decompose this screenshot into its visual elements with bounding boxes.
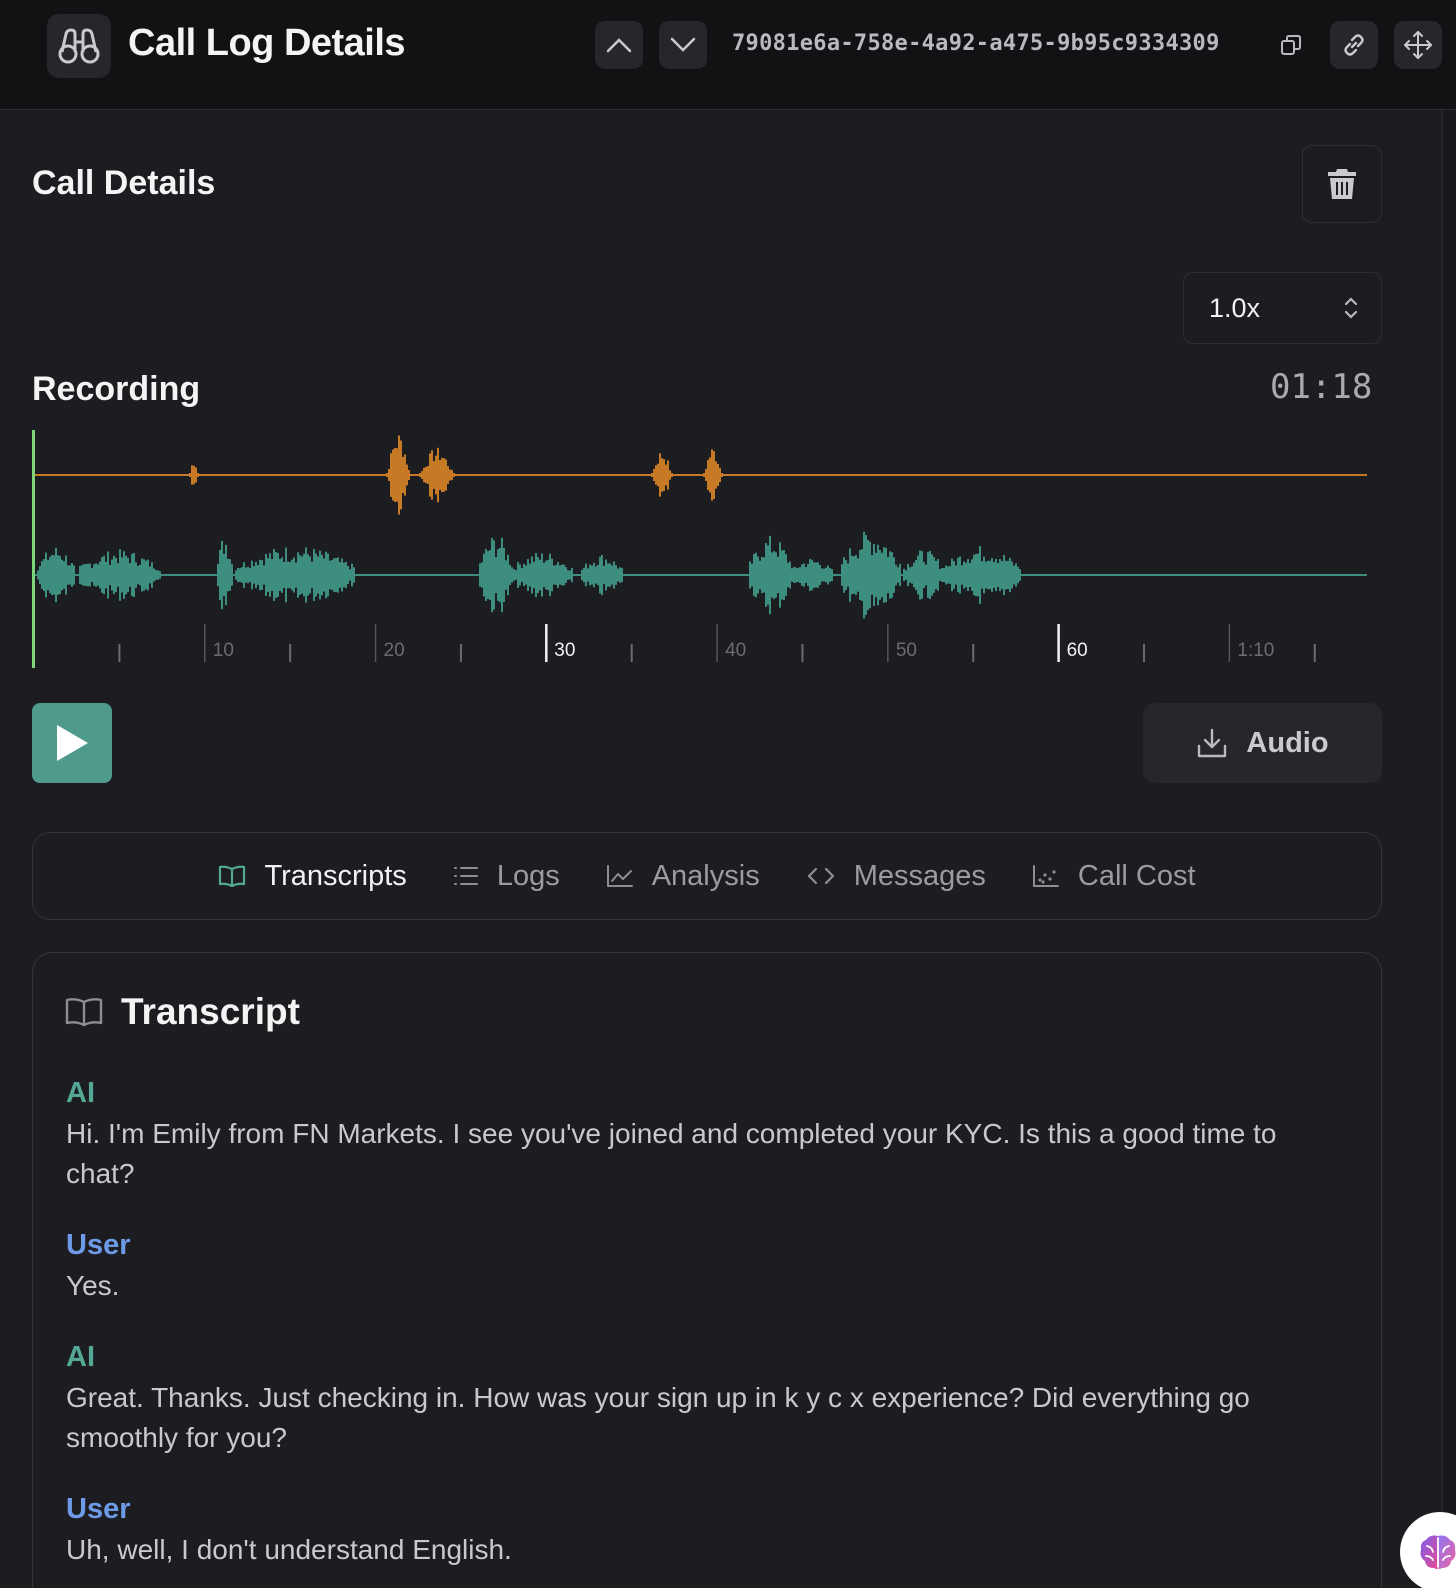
- binoculars-icon: [58, 28, 100, 64]
- speaker-label: AI: [66, 1077, 95, 1109]
- transcript-message: User Uh, well, I don't understand Englis…: [66, 1493, 1346, 1570]
- message-text: Uh, well, I don't understand English.: [66, 1534, 512, 1565]
- tab-label: Analysis: [651, 859, 760, 892]
- speaker-label: User: [66, 1493, 131, 1525]
- time-axis: 10 20 30 40 50 60 1:10: [118, 624, 1316, 662]
- playback-speed-select[interactable]: 1.0x: [1183, 272, 1382, 344]
- move-panel-button[interactable]: [1394, 21, 1442, 69]
- binoculars-logo: [47, 14, 111, 78]
- message-text: Great. Thanks. Just checking in. How was…: [66, 1382, 1250, 1453]
- transcript-header: Transcript: [65, 991, 300, 1033]
- recording-waveform[interactable]: 10 20 30 40 50 60 1:10: [32, 430, 1382, 675]
- scrollbar[interactable]: [1442, 110, 1456, 1588]
- message-text: Yes.: [66, 1270, 120, 1301]
- list-icon: [453, 867, 478, 885]
- speaker-label: User: [66, 1229, 131, 1261]
- transcript-message: AI Hi. I'm Emily from FN Markets. I see …: [66, 1077, 1346, 1194]
- tab-label: Call Cost: [1077, 859, 1196, 892]
- code-icon: [807, 867, 834, 885]
- transcript-message: AI Great. Thanks. Just checking in. How …: [66, 1341, 1346, 1458]
- page-title: Call Log Details: [128, 22, 406, 64]
- download-audio-button[interactable]: Audio: [1143, 703, 1382, 783]
- tab-transcripts[interactable]: Transcripts: [218, 859, 407, 893]
- tick-label: 60: [1067, 640, 1088, 661]
- transcript-panel: Transcript AI Hi. I'm Emily from FN Mark…: [32, 952, 1382, 1588]
- assistant-widget-button[interactable]: [1400, 1512, 1456, 1588]
- link-icon: [1344, 34, 1364, 56]
- tab-label: Logs: [496, 859, 560, 892]
- detail-tabs: Transcripts Logs Analysis Messages Call …: [32, 832, 1382, 920]
- call-id: 79081e6a-758e-4a92-a475-9b95c9334309: [732, 31, 1220, 56]
- copy-id-button[interactable]: [1274, 28, 1308, 62]
- tab-analysis[interactable]: Analysis: [606, 860, 760, 893]
- line-chart-icon: [606, 865, 633, 887]
- tab-label: Messages: [853, 859, 986, 892]
- chevron-up-icon: [606, 38, 632, 53]
- transcript-message: User Yes.: [66, 1229, 1346, 1306]
- speaker-label: AI: [66, 1341, 95, 1373]
- tick-label: 20: [384, 640, 405, 661]
- top-bar: Call Log Details 79081e6a-758e-4a92-a475…: [0, 0, 1456, 110]
- tick-label: 10: [213, 640, 234, 661]
- scatter-chart-icon: [1032, 865, 1059, 887]
- play-button[interactable]: [32, 703, 112, 783]
- waveform-canvas[interactable]: 10 20 30 40 50 60 1:10: [32, 430, 1382, 675]
- play-icon: [57, 725, 88, 761]
- transcript-title: Transcript: [121, 991, 300, 1032]
- book-open-icon: [65, 998, 103, 1027]
- tick-label: 40: [725, 640, 746, 661]
- playback-speed-value: 1.0x: [1209, 293, 1261, 323]
- call-details-heading: Call Details: [32, 164, 216, 202]
- chevron-down-icon: [670, 37, 696, 52]
- recording-heading: Recording: [32, 370, 201, 408]
- tab-label: Transcripts: [264, 859, 407, 892]
- tab-messages[interactable]: Messages: [806, 860, 986, 893]
- next-call-button[interactable]: [659, 21, 707, 69]
- tick-label: 50: [896, 640, 917, 661]
- book-open-icon: [219, 865, 246, 888]
- tick-label: 30: [554, 640, 575, 661]
- download-audio-label: Audio: [1246, 726, 1329, 759]
- brain-icon: [1420, 1535, 1456, 1569]
- previous-call-button[interactable]: [595, 21, 643, 69]
- download-icon: [1198, 728, 1227, 758]
- assistant-audio-track: [34, 435, 1367, 515]
- message-text: Hi. I'm Emily from FN Markets. I see you…: [66, 1118, 1277, 1189]
- copy-icon: [1281, 35, 1301, 55]
- tab-call-cost[interactable]: Call Cost: [1032, 860, 1196, 893]
- playhead[interactable]: [32, 430, 35, 668]
- recording-duration: 01:18: [1270, 367, 1373, 407]
- move-arrows-icon: [1404, 31, 1432, 59]
- chevron-up-down-icon: [1344, 297, 1358, 319]
- user-audio-track: [34, 531, 1367, 619]
- trash-icon: [1328, 169, 1356, 199]
- delete-call-button[interactable]: [1302, 145, 1382, 223]
- tick-label: 1:10: [1237, 640, 1274, 661]
- tab-logs[interactable]: Logs: [453, 860, 560, 893]
- copy-link-button[interactable]: [1330, 21, 1378, 69]
